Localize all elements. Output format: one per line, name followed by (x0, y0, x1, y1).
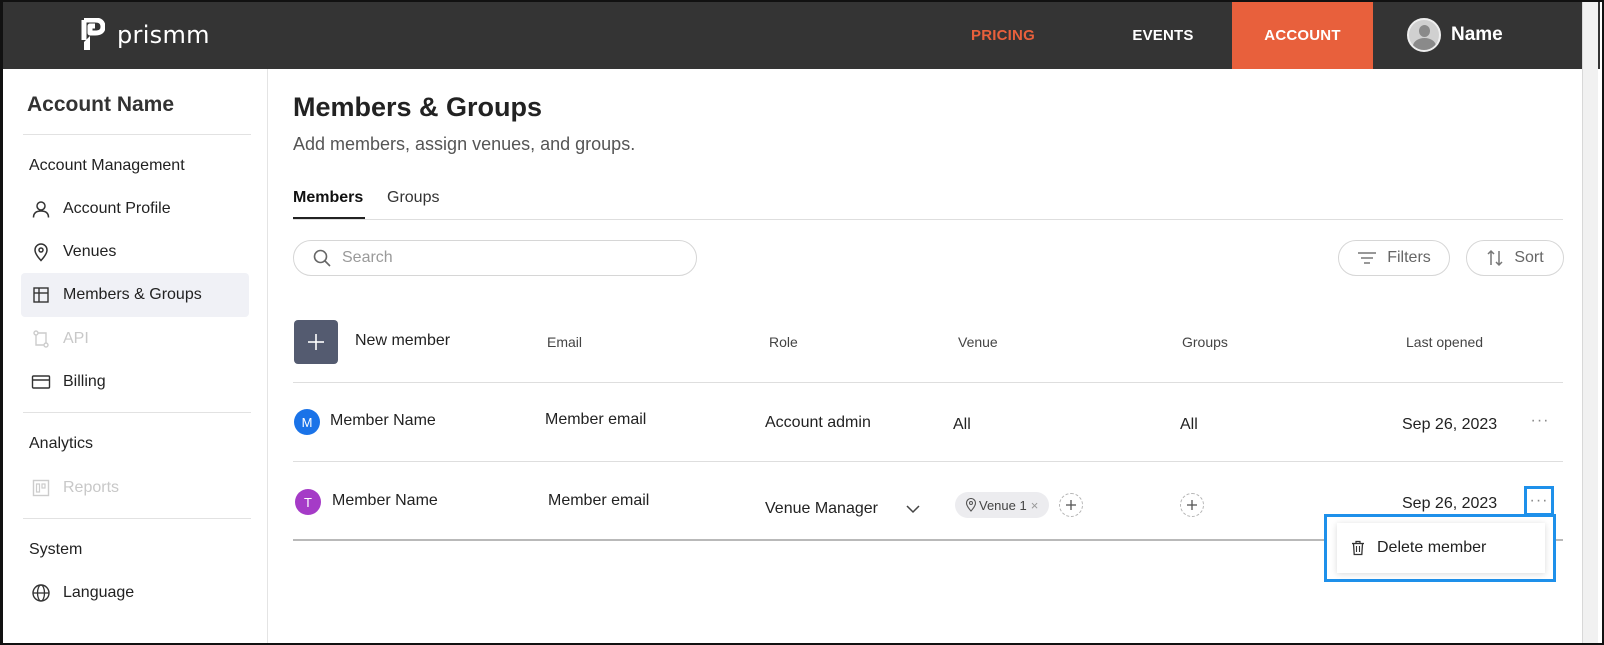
nav-account[interactable]: ACCOUNT (1232, 2, 1373, 69)
sidebar: Account Name Account Management Account … (3, 69, 268, 643)
top-navigation-bar: prismm PRICING EVENTS ACCOUNT Name (3, 2, 1600, 69)
user-menu[interactable]: Name (1407, 18, 1503, 52)
nav-events[interactable]: EVENTS (1108, 2, 1218, 69)
column-header-venue: Venue (958, 334, 998, 350)
globe-icon (32, 584, 50, 602)
user-avatar (1407, 18, 1441, 52)
sort-button[interactable]: Sort (1466, 240, 1564, 276)
member-avatar: T (295, 489, 321, 515)
tab-members[interactable]: Members (293, 189, 363, 207)
section-account-management: Account Management (29, 157, 185, 174)
sidebar-item-label: Billing (63, 373, 106, 390)
member-last-opened: Sep 26, 2023 (1402, 495, 1498, 512)
plus-icon (1066, 500, 1076, 510)
chevron-down-icon (906, 505, 920, 514)
member-avatar: M (294, 409, 320, 435)
sidebar-item-members-groups[interactable]: Members & Groups (21, 273, 249, 317)
new-member-label[interactable]: New member (355, 332, 450, 350)
new-member-button[interactable] (294, 320, 338, 364)
sidebar-divider (23, 412, 251, 413)
sidebar-item-billing[interactable]: Billing (21, 360, 249, 404)
row-actions-menu: Delete member (1324, 514, 1556, 582)
row-more-button[interactable]: ··· (1527, 408, 1553, 434)
search-input[interactable] (342, 249, 642, 267)
member-name: Member Name (330, 412, 436, 429)
sidebar-item-label: Account Profile (63, 200, 171, 217)
sidebar-item-venues[interactable]: Venues (21, 230, 249, 274)
tab-groups[interactable]: Groups (387, 189, 439, 207)
sidebar-item-api[interactable]: API (21, 317, 249, 361)
sidebar-item-label: Language (63, 584, 135, 601)
account-name: Account Name (27, 93, 175, 116)
column-header-role: Role (769, 334, 798, 350)
active-tab-indicator (293, 217, 365, 219)
venue-chip: Venue 1 × (955, 492, 1049, 518)
sort-label: Sort (1514, 249, 1544, 266)
column-header-email: Email (547, 334, 583, 350)
member-email: Member email (545, 411, 647, 428)
tabs-divider (293, 219, 1563, 220)
page-subtitle: Add members, assign venues, and groups. (293, 134, 636, 154)
member-last-opened: Sep 26, 2023 (1402, 416, 1498, 433)
column-header-groups: Groups (1182, 334, 1228, 350)
member-venue: All (953, 416, 971, 433)
filters-button[interactable]: Filters (1338, 240, 1450, 276)
search-icon (313, 249, 331, 267)
remove-venue-icon[interactable]: × (1031, 498, 1039, 513)
search-box[interactable] (293, 240, 697, 276)
sidebar-item-label: API (63, 330, 89, 347)
role-dropdown[interactable]: Venue Manager (765, 497, 920, 521)
section-analytics: Analytics (29, 435, 94, 452)
sidebar-divider (23, 134, 251, 135)
page-scrollbar[interactable] (1582, 2, 1598, 643)
sidebar-item-label: Venues (63, 243, 117, 260)
sidebar-item-reports[interactable]: Reports (21, 466, 249, 510)
reports-icon (32, 479, 50, 497)
filter-icon (1358, 252, 1377, 264)
sort-icon (1487, 249, 1503, 267)
grid-icon (33, 287, 49, 303)
header-divider (293, 382, 1563, 383)
delete-member-menu-item[interactable]: Delete member (1337, 523, 1545, 573)
location-pin-icon (34, 243, 48, 262)
brand-name: prismm (117, 21, 210, 49)
venue-chip-label: Venue 1 (979, 497, 1027, 513)
sidebar-item-label: Reports (63, 479, 120, 496)
role-dropdown-value: Venue Manager (765, 500, 878, 517)
add-venue-button[interactable] (1059, 493, 1083, 517)
delete-member-label: Delete member (1377, 539, 1487, 556)
member-role: Account admin (765, 414, 871, 431)
user-name: Name (1451, 24, 1503, 45)
plus-icon (1187, 500, 1197, 510)
sidebar-item-language[interactable]: Language (21, 571, 249, 615)
row-divider (293, 461, 1563, 462)
add-group-button[interactable] (1180, 493, 1204, 517)
sidebar-item-account-profile[interactable]: Account Profile (21, 187, 249, 231)
sidebar-divider (23, 518, 251, 519)
row-more-button[interactable]: ··· (1524, 486, 1554, 516)
trash-icon (1352, 540, 1364, 556)
member-groups: All (1180, 416, 1198, 433)
nav-pricing[interactable]: PRICING (943, 2, 1063, 69)
sidebar-item-label: Members & Groups (63, 286, 202, 303)
brand-logo[interactable]: prismm (81, 18, 210, 52)
page-title: Members & Groups (293, 92, 543, 122)
credit-card-icon (31, 375, 51, 389)
column-header-last-opened: Last opened (1406, 334, 1484, 350)
prismm-logo-icon (81, 18, 105, 50)
section-system: System (29, 541, 83, 558)
api-icon (33, 330, 49, 348)
plus-icon (308, 334, 324, 350)
location-pin-icon (965, 498, 977, 512)
filters-label: Filters (1387, 249, 1431, 266)
user-icon (32, 201, 50, 218)
member-email: Member email (548, 492, 650, 509)
member-name: Member Name (332, 492, 438, 509)
